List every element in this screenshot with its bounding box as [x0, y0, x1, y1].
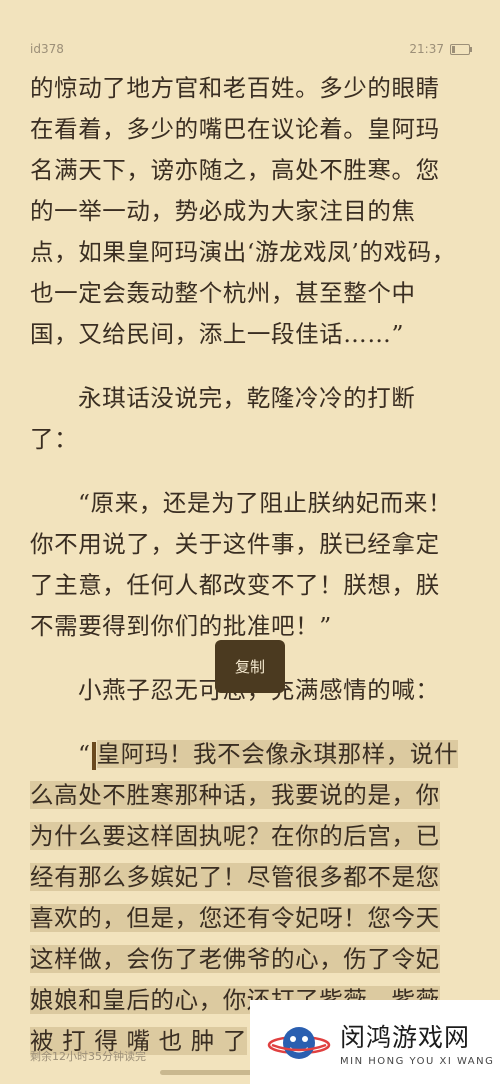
text-line: 永琪话没说完，乾隆冷冷的打断 — [78, 384, 416, 412]
watermark: 闵鸿游戏网 MIN HONG YOU XI WANG — [250, 1000, 500, 1084]
text-line: 了主意，任何人都改变不了！朕想，朕 — [30, 571, 440, 599]
copy-button[interactable]: 复制 — [215, 640, 285, 693]
selected-text: 这样做，会伤了老佛爷的心，伤了令妃 — [30, 945, 440, 973]
book-id: id378 — [30, 42, 64, 56]
text-line: 名满天下，谤亦随之，高处不胜寒。您 — [30, 156, 440, 184]
reading-content[interactable]: 的惊动了地方官和老百姓。多少的眼睛 在看着，多少的嘴巴在议论着。皇阿玛 名满天下… — [30, 68, 472, 1062]
status-bar: id378 21:37 — [30, 42, 472, 62]
watermark-subtitle: MIN HONG YOU XI WANG — [340, 1055, 495, 1067]
selected-text: 为什么要这样固执呢？在你的后宫，已 — [30, 822, 440, 850]
watermark-title: 闵鸿游戏网 — [340, 1022, 471, 1052]
text-line: “原来，还是为了阻止朕纳妃而来！ — [78, 489, 453, 517]
paragraph: 永琪话没说完，乾隆冷冷的打断 了： — [30, 378, 472, 460]
watermark-logo-icon — [266, 1015, 332, 1069]
text-line: 了： — [30, 425, 79, 453]
quote-mark: “ — [78, 740, 91, 768]
paragraph: “原来，还是为了阻止朕纳妃而来！ 你不用说了，关于这件事，朕已经拿定 了主意，任… — [30, 483, 472, 647]
clock: 21:37 — [409, 42, 444, 56]
text-line: 国，又给民间，添上一段佳话……” — [30, 320, 405, 348]
text-line: 也一定会轰动整个杭州，甚至整个中 — [30, 279, 416, 307]
status-right: 21:37 — [409, 42, 472, 56]
text-line: 在看着，多少的嘴巴在议论着。皇阿玛 — [30, 115, 440, 143]
reading-time-remaining: 剩余12小时35分钟读完 — [30, 1050, 146, 1063]
selected-text: 喜欢的，但是，您还有令妃呀！您今天 — [30, 904, 440, 932]
text-line: 点，如果皇阿玛演出‘游龙戏凤’的戏码， — [30, 238, 456, 266]
text-line: 的一举一动，势必成为大家注目的焦 — [30, 197, 416, 225]
selection-handle[interactable] — [91, 741, 96, 770]
paragraph: 的惊动了地方官和老百姓。多少的眼睛 在看着，多少的嘴巴在议论着。皇阿玛 名满天下… — [30, 68, 472, 355]
battery-icon — [450, 43, 472, 55]
selected-text: 么高处不胜寒那种话，我要说的是，你 — [30, 781, 440, 809]
selected-text: 皇阿玛！我不会像永琪那样，说什 — [96, 740, 459, 768]
text-line: “皇阿玛！我不会像永琪那样，说什 — [30, 734, 472, 775]
text-line: 的惊动了地方官和老百姓。多少的眼睛 — [30, 74, 440, 102]
selected-text: 经有那么多嫔妃了！尽管很多都不是您 — [30, 863, 440, 891]
text-line: 你不用说了，关于这件事，朕已经拿定 — [30, 530, 440, 558]
